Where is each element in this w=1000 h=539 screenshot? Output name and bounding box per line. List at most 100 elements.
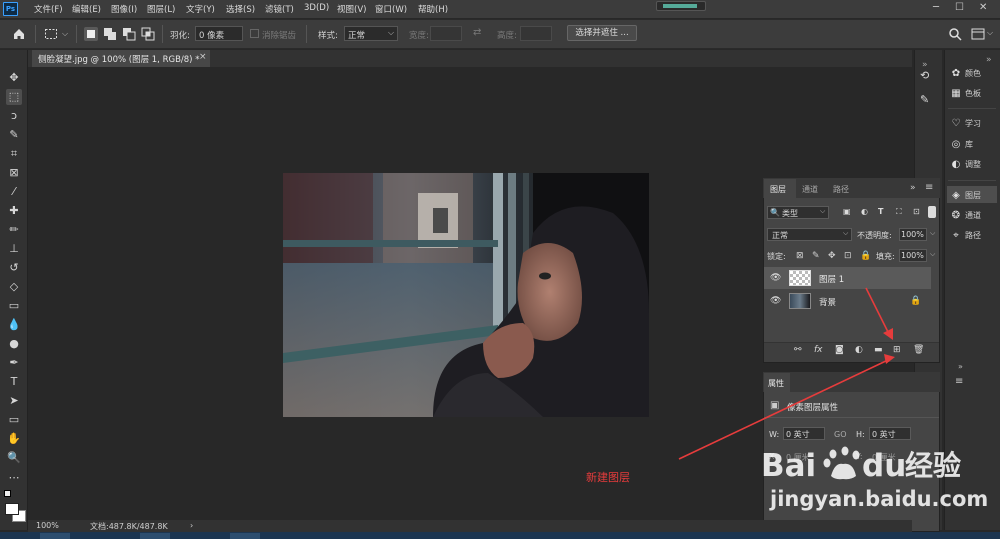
type-tool-icon[interactable]: T [6,374,22,390]
filter-smart-object-icon[interactable]: ⊡ [913,207,920,216]
close-tab-icon[interactable]: × [199,52,207,62]
more-tools-icon[interactable]: ⋯ [6,470,22,486]
panel-link-learn[interactable]: ♡ 学习 [950,118,981,129]
group-folder-icon[interactable]: ▬ [874,345,883,355]
subtract-selection-icon[interactable] [122,27,136,41]
filter-adjustment-icon[interactable]: ◐ [861,207,868,216]
crop-tool-icon[interactable]: ⌗ [6,146,22,162]
trash-icon[interactable]: 🗑 [913,345,924,355]
quick-select-tool-icon[interactable]: ✎ [6,127,22,143]
height-input[interactable] [520,26,552,41]
intersect-selection-icon[interactable] [141,27,155,41]
eye-icon[interactable]: 👁 [770,296,781,306]
menu-3d[interactable]: 3D(D) [304,3,329,13]
taskbar-item[interactable] [230,533,260,539]
taskbar-item[interactable] [140,533,170,539]
menu-select[interactable]: 选择(S) [226,3,255,15]
panel-link-color[interactable]: ✿ 颜色 [950,68,981,79]
lock-image-icon[interactable]: ✎ [812,251,820,261]
close-window-icon[interactable]: ✕ [979,2,987,13]
lock-transparent-icon[interactable]: ⊠ [796,251,804,261]
menu-file[interactable]: 文件(F) [34,3,63,15]
frame-tool-icon[interactable]: ⊠ [6,165,22,181]
filter-type-icon[interactable]: T [878,207,883,216]
gradient-tool-icon[interactable]: ▭ [6,298,22,314]
chevron-down-icon[interactable]: ⌵ [987,28,993,38]
panel-link-adjustments[interactable]: ◐ 调整 [950,159,981,170]
new-layer-icon[interactable]: ⊞ [893,345,901,355]
filter-toggle-icon[interactable] [928,206,936,218]
collapse-arrows-icon[interactable]: » [958,362,963,371]
menu-type[interactable]: 文字(Y) [186,3,215,15]
collapse-arrows-icon[interactable]: » [986,55,992,65]
menu-window[interactable]: 窗口(W) [375,3,407,15]
panel-link-libraries[interactable]: ◎ 库 [950,139,973,150]
layer-style-icon[interactable]: fx [814,345,823,355]
panel-link-layers[interactable]: ◈ 图层 [950,190,981,201]
lock-all-icon[interactable]: 🔒 [860,251,871,261]
menu-filter[interactable]: 滤镜(T) [265,3,294,15]
zoom-tool-icon[interactable]: 🔍 [6,450,22,466]
panel-menu-icon[interactable]: ≡ [955,376,963,387]
panel-menu-icon[interactable]: ≡ [925,182,933,193]
antialias-checkbox[interactable] [250,29,259,38]
maximize-icon[interactable]: ☐ [955,2,964,13]
marquee-tool-icon[interactable]: ⬚ [6,89,22,105]
panel-link-swatches[interactable]: ▦ 色板 [950,88,981,99]
blur-tool-icon[interactable]: 💧 [6,317,22,333]
new-selection-button[interactable] [84,27,98,41]
canvas-photo[interactable] [283,173,649,417]
zoom-level[interactable]: 100% [36,521,59,530]
rectangle-tool-icon[interactable]: ▭ [6,412,22,428]
taskbar-item[interactable] [40,533,70,539]
add-selection-icon[interactable] [103,27,117,41]
filter-pixel-icon[interactable]: ▣ [843,207,851,216]
layer-mask-icon[interactable]: ◙ [835,345,844,355]
brush-tool-icon[interactable]: ✏ [6,222,22,238]
menu-layer[interactable]: 图层(L) [147,3,175,15]
menu-help[interactable]: 帮助(H) [418,3,448,15]
lock-artboard-icon[interactable]: ⊡ [844,251,852,261]
dodge-tool-icon[interactable]: ● [6,336,22,352]
link-layers-icon[interactable]: ⚯ [794,345,802,355]
history-icon[interactable]: ⟲ [920,69,929,82]
eye-icon[interactable]: 👁 [770,273,781,283]
clone-stamp-tool-icon[interactable]: ⊥ [6,241,22,257]
minimize-icon[interactable]: ─ [933,2,939,13]
panel-link-paths[interactable]: ⌖ 路径 [950,230,981,241]
chevron-down-icon[interactable]: ⌵ [62,29,68,39]
panel-link-channels[interactable]: ❂ 通道 [950,210,981,221]
healing-brush-tool-icon[interactable]: ✚ [6,203,22,219]
move-tool-icon[interactable]: ✥ [6,70,22,86]
tab-layers[interactable]: 图层 [770,184,786,195]
history-brush-tool-icon[interactable]: ↺ [6,260,22,276]
tab-channels[interactable]: 通道 [802,184,818,195]
eyedropper-tool-icon[interactable]: ⁄ [6,184,22,200]
workspace-icon[interactable] [971,28,985,40]
status-menu-arrow[interactable]: › [190,521,193,530]
filter-shape-icon[interactable]: ⛶ [896,207,902,217]
search-icon[interactable] [948,27,962,41]
pen-tool-icon[interactable]: ✒ [6,355,22,371]
chevron-down-icon[interactable]: ⌵ [930,250,935,259]
tab-paths[interactable]: 路径 [833,184,849,195]
adjustment-layer-icon[interactable]: ◐ [855,345,863,355]
lock-position-icon[interactable]: ✥ [828,251,836,261]
hand-tool-icon[interactable]: ✋ [6,431,22,447]
menu-edit[interactable]: 编辑(E) [72,3,101,15]
chevron-down-icon[interactable]: ⌵ [930,229,935,238]
home-icon[interactable] [12,27,26,41]
select-and-mask-button[interactable]: 选择并遮住 ... [567,25,637,41]
menu-image[interactable]: 图像(I) [111,3,137,15]
menu-view[interactable]: 视图(V) [337,3,366,15]
collapse-arrows-icon[interactable]: » [910,183,916,193]
brush-settings-icon[interactable]: ✎ [920,93,929,106]
default-colors-icon[interactable] [4,490,11,497]
marquee-preset-icon[interactable] [44,27,58,41]
swap-arrows-icon[interactable]: ⇄ [473,27,481,38]
lasso-tool-icon[interactable]: ↄ [6,108,22,124]
width-input[interactable] [430,26,462,41]
path-select-tool-icon[interactable]: ➤ [6,393,22,409]
properties-title[interactable]: 属性 [768,378,784,389]
foreground-color-swatch[interactable] [5,503,19,515]
